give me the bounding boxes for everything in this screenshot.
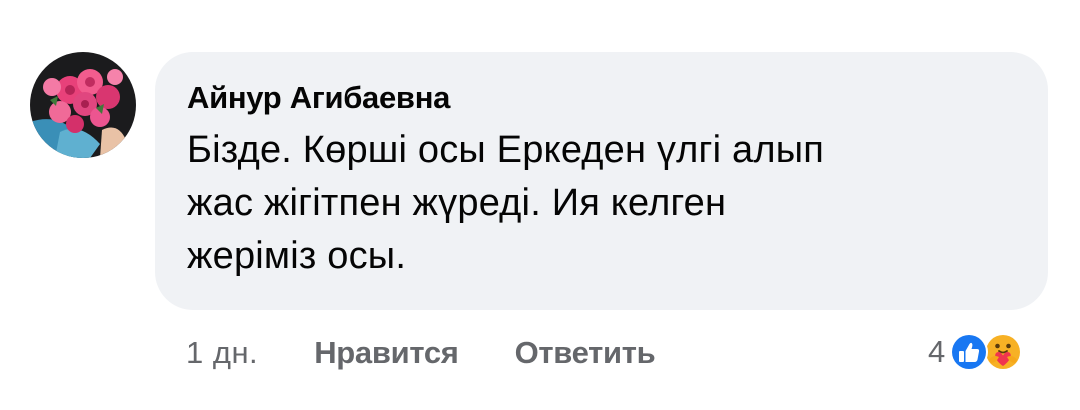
comment-bubble: Айнур Агибаевна Бізде. Көрші осы Еркеден… [155,52,1048,310]
comment-text-line: жеріміз осы. [187,235,407,277]
reply-button[interactable]: Ответить [515,335,656,371]
comment-text-line: жас жігітпен жүреді. Ия келген [187,182,727,224]
reactions-summary[interactable]: 4 [928,329,1023,375]
like-icon [950,333,989,371]
reaction-count: 4 [928,334,946,369]
like-button[interactable]: Нравится [314,335,459,371]
care-icon [984,333,1023,371]
comment-timestamp[interactable]: 1 дн. [186,335,258,371]
comment-text: Бізде. Көрші осы Еркеден үлгі алып жас ж… [187,124,1014,283]
comment-author[interactable]: Айнур Агибаевна [187,78,1014,118]
profile-photo-icon [30,52,136,158]
comment-actions: 1 дн. Нравится Ответить [186,331,656,375]
avatar[interactable] [30,52,136,158]
comment-text-line: Бізде. Көрші осы Еркеден үлгі алып [187,129,824,171]
